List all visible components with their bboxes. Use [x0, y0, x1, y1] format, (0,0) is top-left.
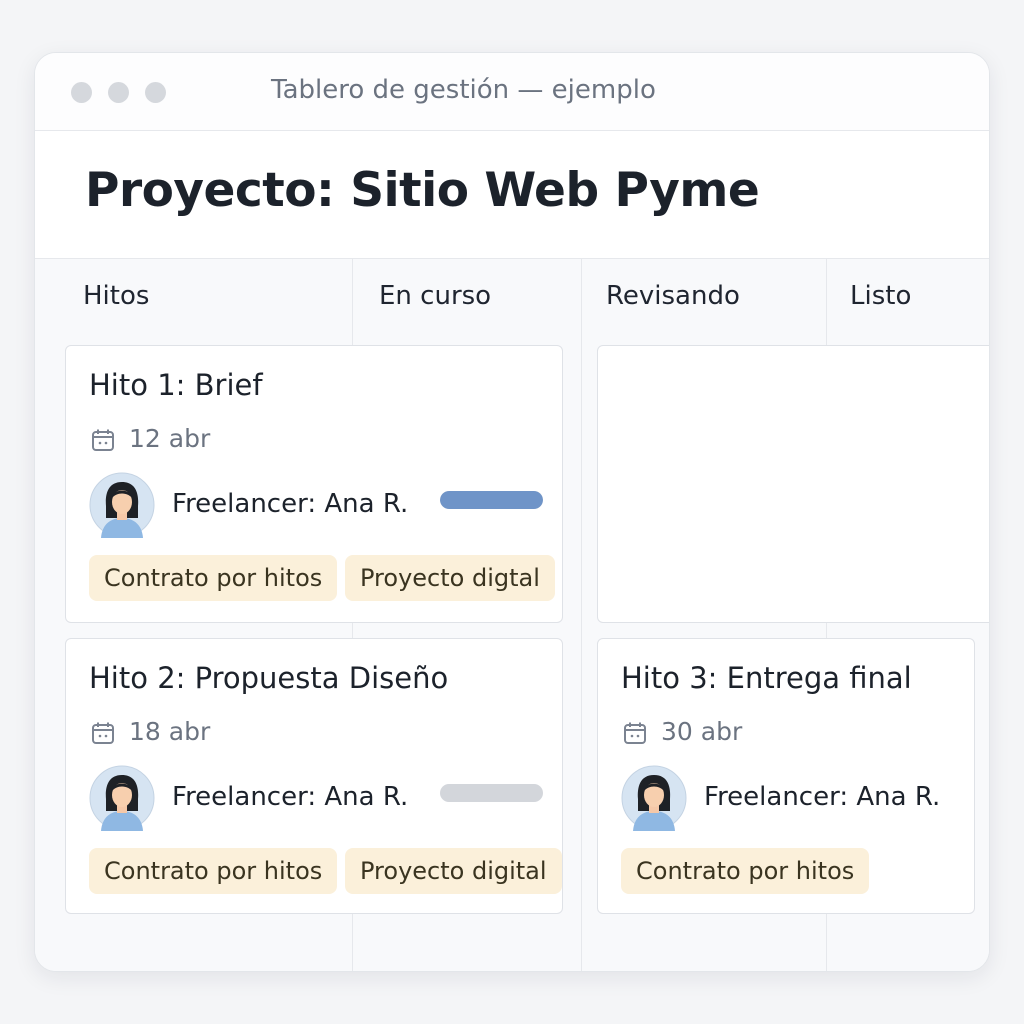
user-avatar-icon [89, 472, 155, 538]
page-header: Proyecto: Sitio Web Pyme [35, 131, 989, 259]
column-divider [581, 259, 582, 971]
card-title: Hito 3: Entrega final [621, 661, 912, 695]
card-title: Hito 1: Brief [89, 368, 263, 402]
user-avatar-icon [89, 765, 155, 831]
column-header-listo[interactable]: Listo [850, 281, 911, 311]
milestone-card[interactable]: Hito 3: Entrega final 30 abr Freelancer:… [597, 638, 975, 914]
maximize-window-button[interactable] [145, 82, 166, 103]
calendar-icon [92, 722, 114, 744]
card-title: Hito 2: Propuesta Diseño [89, 661, 449, 695]
window-title: Tablero de gestión — ejemplo [271, 75, 656, 105]
progress-bar [440, 491, 543, 509]
milestone-card[interactable]: Hito 2: Propuesta Diseño 18 abr Freelanc… [65, 638, 563, 914]
tag-proyecto[interactable]: Proyecto digtal [345, 555, 555, 601]
due-date: 12 abr [129, 424, 211, 453]
empty-drop-zone[interactable] [597, 345, 989, 623]
page-title: Proyecto: Sitio Web Pyme [85, 163, 760, 218]
progress-bar [440, 784, 543, 802]
progress-fill [440, 491, 543, 509]
user-avatar-icon [621, 765, 687, 831]
due-date: 18 abr [129, 717, 211, 746]
due-date: 30 abr [661, 717, 743, 746]
tag-contrato[interactable]: Contrato por hitos [89, 848, 338, 894]
column-header-hitos[interactable]: Hitos [83, 281, 149, 311]
tag-contrato[interactable]: Contrato por hitos [621, 848, 870, 894]
tag-proyecto[interactable]: Proyecto digital [345, 848, 562, 894]
freelancer-name: Freelancer: Ana R. [172, 782, 409, 812]
calendar-icon [624, 722, 646, 744]
freelancer-name: Freelancer: Ana R. [172, 489, 409, 519]
milestone-card[interactable]: Hito 1: Brief 12 abr Freelancer: Ana R. … [65, 345, 563, 623]
kanban-board: Hitos En curso Revisando Listo Hito 1: B… [35, 259, 989, 971]
tag-contrato[interactable]: Contrato por hitos [89, 555, 338, 601]
app-window: Tablero de gestión — ejemplo Proyecto: S… [34, 52, 990, 972]
column-header-en-curso[interactable]: En curso [379, 281, 491, 311]
title-bar: Tablero de gestión — ejemplo [35, 53, 989, 131]
freelancer-name: Freelancer: Ana R. [704, 782, 941, 812]
calendar-icon [92, 429, 114, 451]
column-header-revisando[interactable]: Revisando [606, 281, 740, 311]
minimize-window-button[interactable] [108, 82, 129, 103]
close-window-button[interactable] [71, 82, 92, 103]
